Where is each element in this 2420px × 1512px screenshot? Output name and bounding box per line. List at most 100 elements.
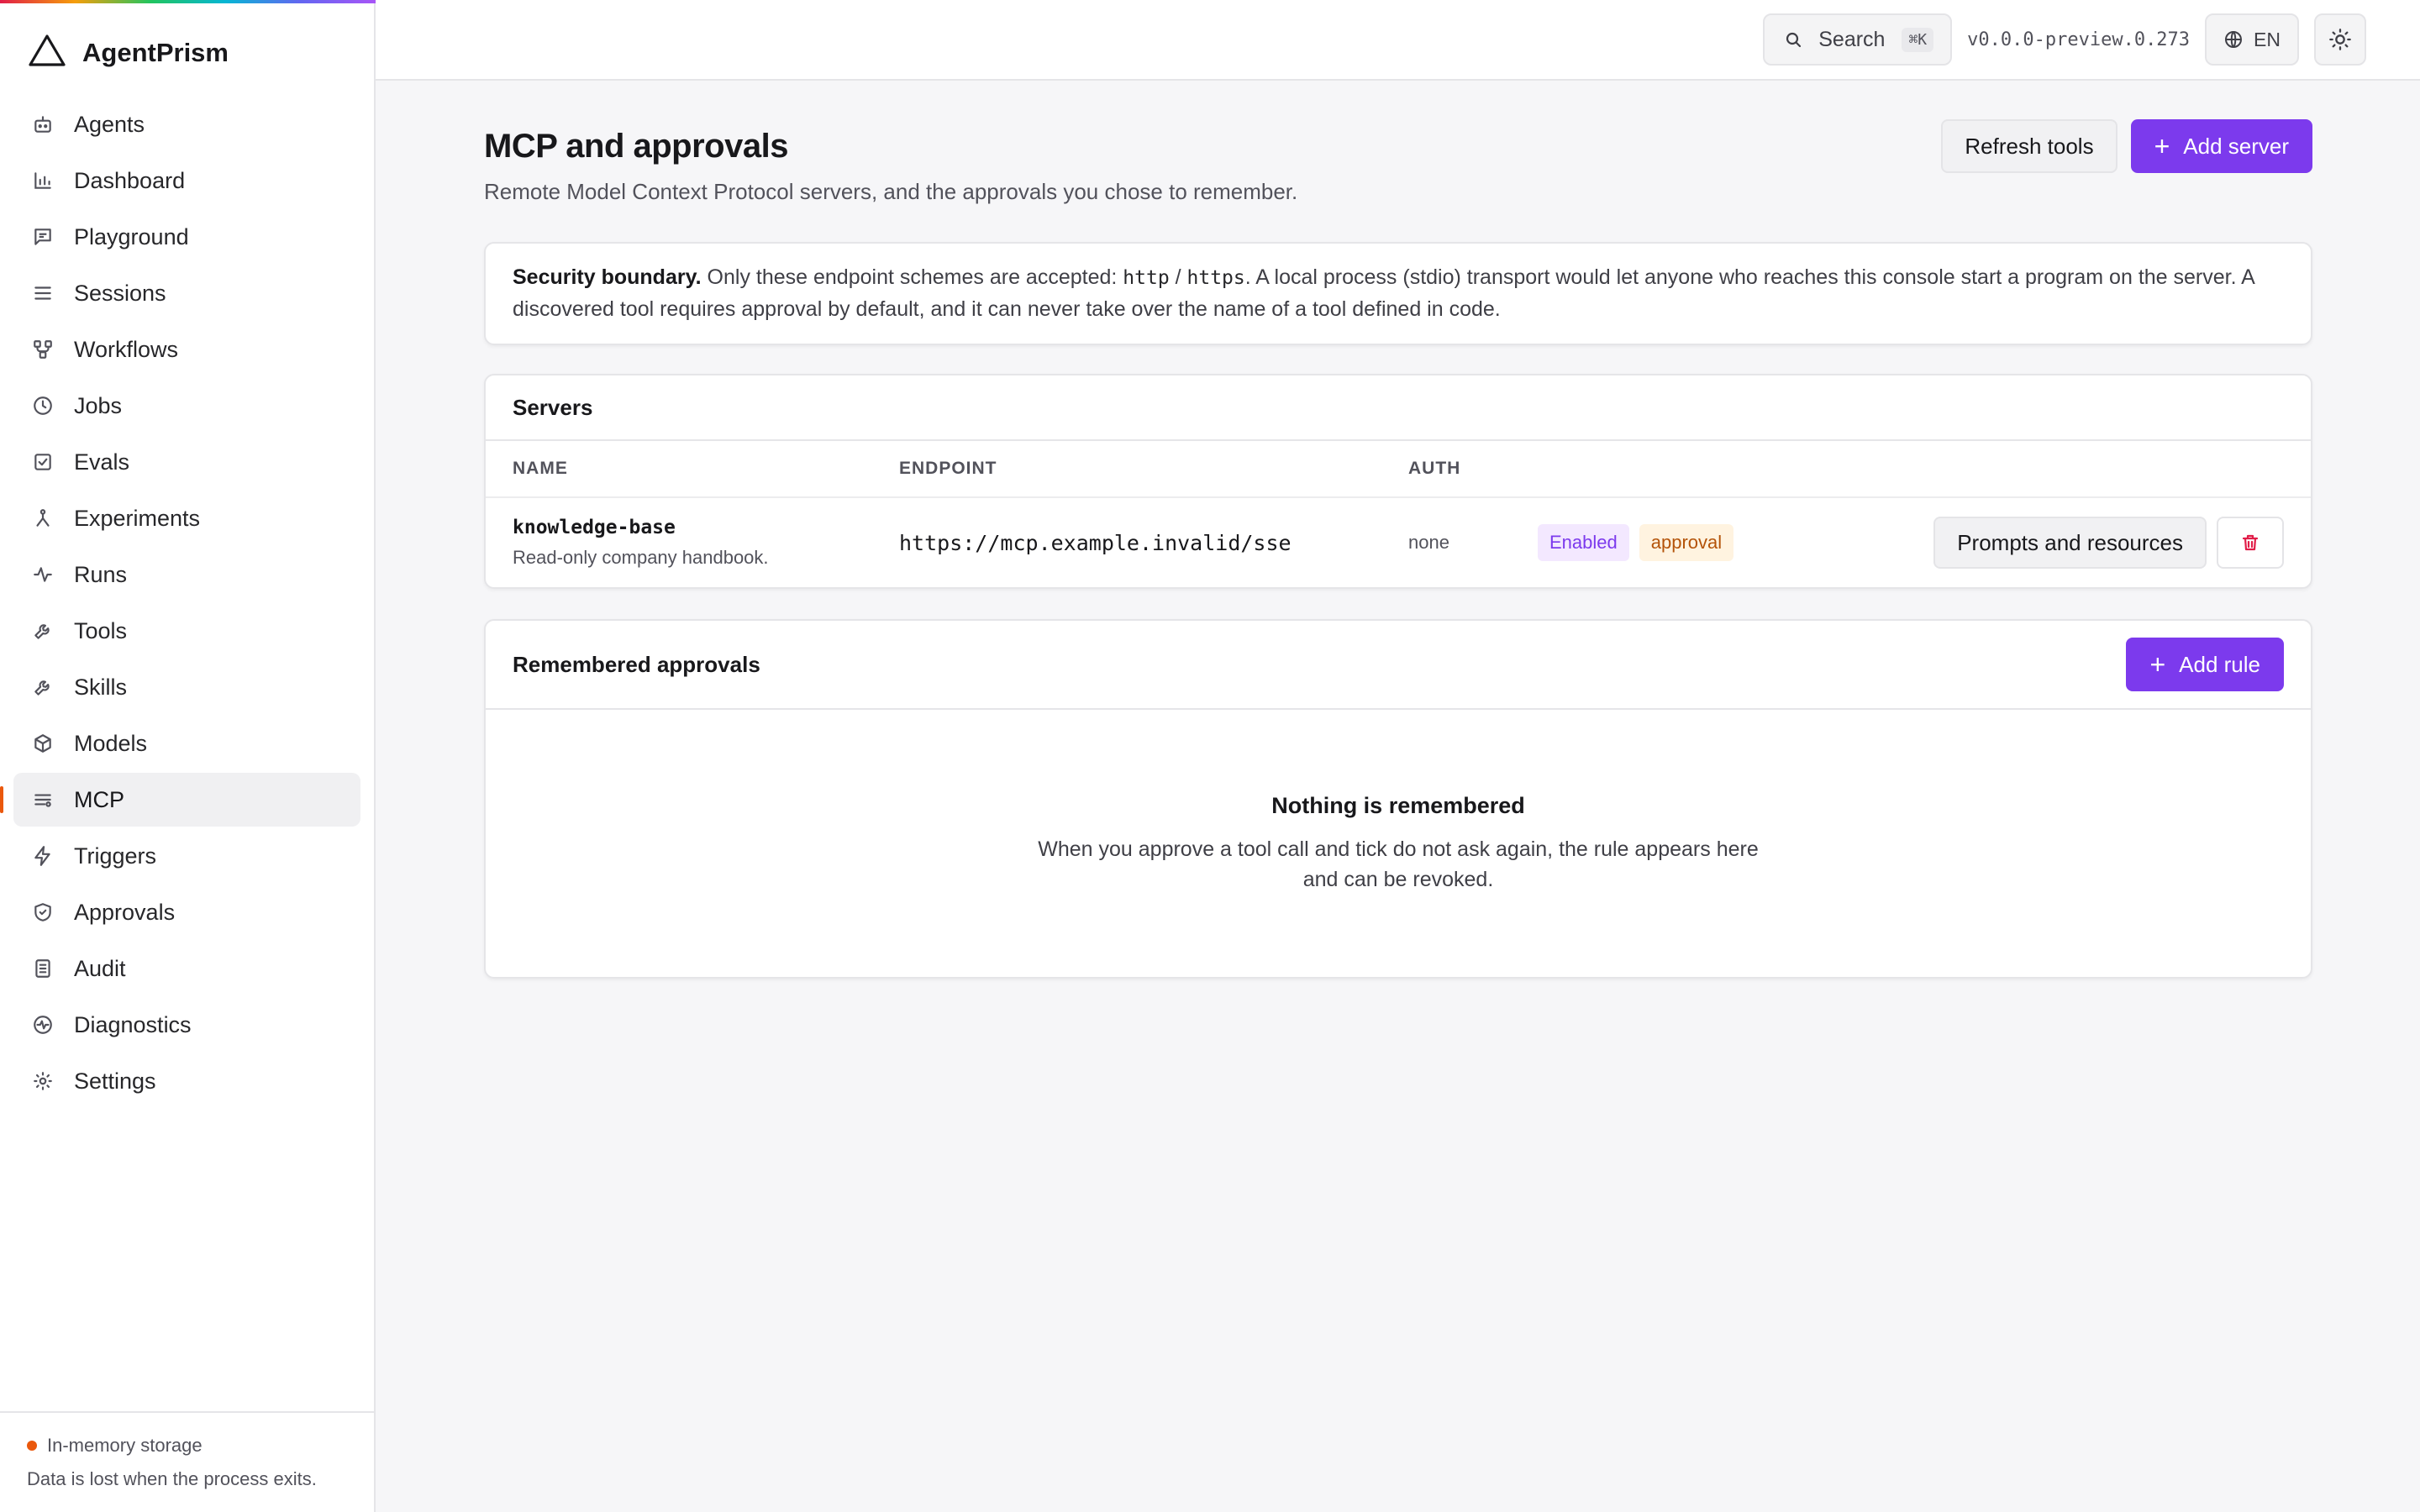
storage-title-row: In-memory storage	[27, 1435, 347, 1457]
triangle-logo-icon	[27, 31, 67, 76]
approvals-card: Remembered approvals + Add rule Nothing …	[484, 619, 2312, 979]
sidebar-item-dashboard[interactable]: Dashboard	[13, 154, 360, 207]
globe-icon	[2225, 31, 2243, 48]
brand[interactable]: AgentPrism	[0, 15, 374, 91]
sidebar-item-triggers[interactable]: Triggers	[13, 829, 360, 883]
empty-state-title: Nothing is remembered	[1271, 792, 1525, 818]
sidebar-item-label: Models	[74, 730, 148, 756]
sidebar-item-agents[interactable]: Agents	[13, 97, 360, 151]
sidebar-item-label: Diagnostics	[74, 1011, 192, 1037]
main-area: Search ⌘K v0.0.0-preview.0.273 EN MCP an…	[376, 0, 2420, 1512]
sidebar-item-mcp[interactable]: MCP	[0, 773, 360, 827]
shield-check-icon	[30, 900, 55, 925]
sidebar-item-workflows[interactable]: Workflows	[13, 323, 360, 376]
sidebar-item-label: MCP	[74, 786, 124, 812]
servers-card: Servers NAME ENDPOINT AUTH knowledge-bas…	[484, 374, 2312, 589]
list-icon	[30, 281, 55, 306]
topbar: Search ⌘K v0.0.0-preview.0.273 EN	[376, 0, 2420, 81]
servers-card-header: Servers	[486, 375, 2311, 441]
search-shortcut: ⌘K	[1902, 27, 1934, 52]
sidebar-item-playground[interactable]: Playground	[13, 210, 360, 264]
split-icon	[30, 506, 55, 531]
servers-title: Servers	[513, 394, 593, 420]
bar-chart-icon	[30, 168, 55, 193]
policy-badge: approval	[1639, 524, 1734, 561]
clock-icon	[30, 393, 55, 418]
sidebar-item-label: Skills	[74, 674, 128, 700]
server-endpoint: https://mcp.example.invalid/sse	[899, 530, 1292, 555]
page-title: MCP and approvals	[484, 128, 788, 165]
sidebar-item-evals[interactable]: Evals	[13, 435, 360, 489]
status-dot-icon	[27, 1441, 37, 1451]
wrench-icon	[30, 675, 55, 700]
sidebar-item-jobs[interactable]: Jobs	[13, 379, 360, 433]
sidebar-item-label: Evals	[74, 449, 130, 475]
sidebar-item-experiments[interactable]: Experiments	[13, 491, 360, 545]
sidebar-item-label: Audit	[74, 955, 126, 981]
add-server-button[interactable]: + Add server	[2130, 119, 2312, 173]
refresh-tools-button[interactable]: Refresh tools	[1941, 119, 2118, 173]
table-row: knowledge-base Read-only company handboo…	[486, 498, 2311, 587]
add-rule-label: Add rule	[2179, 651, 2260, 677]
clipboard-icon	[30, 956, 55, 981]
app-root: AgentPrism Agents Dashboard Playground S…	[0, 0, 2420, 1512]
scheme-https: https	[1186, 267, 1245, 289]
sidebar-item-label: Settings	[74, 1068, 156, 1094]
sidebar-item-approvals[interactable]: Approvals	[13, 885, 360, 939]
row-actions: Prompts and resources	[1933, 517, 2284, 569]
sidebar-item-label: Sessions	[74, 280, 166, 306]
plus-icon: +	[2154, 131, 2170, 161]
sidebar-item-settings[interactable]: Settings	[13, 1054, 360, 1108]
servers-table-header: NAME ENDPOINT AUTH	[486, 441, 2311, 498]
page-header: MCP and approvals Remote Model Context P…	[484, 119, 2312, 205]
storage-note: Data is lost when the process exits.	[27, 1468, 317, 1489]
page-heading-group: MCP and approvals Remote Model Context P…	[484, 119, 1297, 205]
server-badges: Enabled approval	[1538, 524, 1734, 561]
sidebar-item-label: Dashboard	[74, 167, 186, 193]
server-description: Read-only company handbook.	[513, 547, 769, 568]
sidebar-item-label: Workflows	[74, 336, 179, 362]
cube-icon	[30, 731, 55, 756]
column-endpoint: ENDPOINT	[899, 459, 997, 478]
sidebar-item-models[interactable]: Models	[13, 717, 360, 770]
plus-icon: +	[2149, 649, 2166, 680]
page-actions: Refresh tools + Add server	[1941, 119, 2312, 173]
server-auth: none	[1408, 532, 1449, 553]
sidebar-item-diagnostics[interactable]: Diagnostics	[13, 998, 360, 1052]
add-rule-button[interactable]: + Add rule	[2126, 638, 2284, 691]
message-square-icon	[30, 224, 55, 249]
trash-icon	[2242, 534, 2259, 551]
sidebar: AgentPrism Agents Dashboard Playground S…	[0, 0, 376, 1512]
language-button[interactable]: EN	[2205, 13, 2299, 66]
sidebar-item-label: Runs	[74, 561, 128, 587]
approvals-title: Remembered approvals	[513, 651, 760, 677]
wrench-icon	[30, 618, 55, 643]
sidebar-item-label: Triggers	[74, 843, 157, 869]
sidebar-item-label: Approvals	[74, 899, 176, 925]
scheme-http: http	[1123, 267, 1170, 289]
sidebar-item-label: Experiments	[74, 505, 201, 531]
search-label: Search	[1818, 27, 1886, 51]
sidebar-item-label: Jobs	[74, 392, 123, 418]
approvals-card-header: Remembered approvals + Add rule	[486, 621, 2311, 710]
sidebar-item-label: Playground	[74, 223, 189, 249]
sidebar-item-sessions[interactable]: Sessions	[13, 266, 360, 320]
search-button[interactable]: Search ⌘K	[1763, 13, 1953, 66]
sidebar-item-skills[interactable]: Skills	[13, 660, 360, 714]
sidebar-item-audit[interactable]: Audit	[13, 942, 360, 995]
sun-icon	[2329, 29, 2351, 50]
security-notice: Security boundary. Only these endpoint s…	[484, 242, 2312, 345]
workflow-icon	[30, 337, 55, 362]
storage-title: In-memory storage	[47, 1435, 203, 1456]
sidebar-item-runs[interactable]: Runs	[13, 548, 360, 601]
column-name: NAME	[513, 459, 568, 478]
prompts-resources-button[interactable]: Prompts and resources	[1933, 517, 2207, 569]
sidebar-item-tools[interactable]: Tools	[13, 604, 360, 658]
gear-icon	[30, 1068, 55, 1094]
server-list-icon	[30, 787, 55, 812]
server-name: knowledge-base	[513, 517, 676, 538]
theme-toggle-button[interactable]	[2314, 13, 2366, 66]
notice-heading: Security boundary.	[513, 265, 702, 289]
empty-state: Nothing is remembered When you approve a…	[486, 710, 2311, 977]
delete-server-button[interactable]	[2217, 517, 2284, 569]
